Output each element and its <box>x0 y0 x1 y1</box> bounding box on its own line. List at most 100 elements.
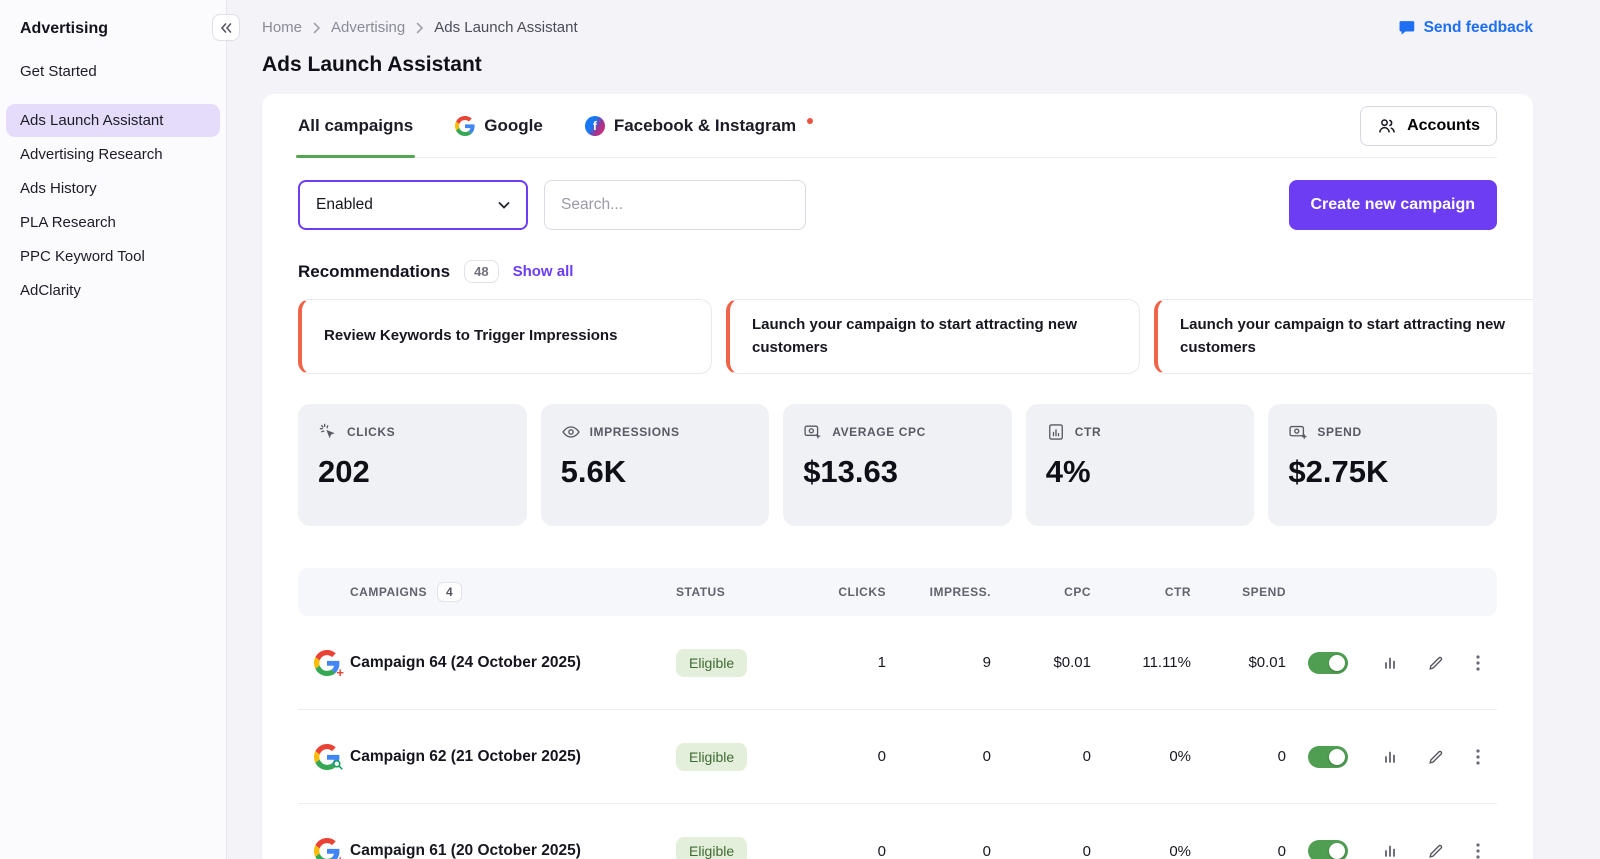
chevron-right-icon <box>416 22 424 33</box>
sidebar-item-label: Get Started <box>20 63 97 80</box>
search-input[interactable] <box>561 196 789 214</box>
metric-average-cpc: AVERAGE CPC $13.63 <box>783 404 1012 526</box>
metric-value: 5.6K <box>560 454 627 489</box>
clicks-value: 0 <box>877 748 886 765</box>
google-ads-icon: + <box>314 838 344 859</box>
edit-icon[interactable] <box>1427 654 1445 672</box>
tab-label: Facebook & Instagram <box>613 115 797 135</box>
metric-label: CTR <box>1074 425 1102 439</box>
sidebar-item-ads-launch-assistant[interactable]: Ads Launch Assistant <box>6 104 220 137</box>
click-icon <box>319 423 335 439</box>
kebab-menu-icon[interactable] <box>1476 748 1480 765</box>
chevron-right-icon <box>313 22 321 33</box>
cpc-icon <box>804 425 822 440</box>
sidebar-collapse-button[interactable] <box>212 14 240 41</box>
metric-value: $2.75K <box>1288 454 1389 489</box>
spend-value: 0 <box>1277 842 1286 859</box>
sidebar-item-adclarity[interactable]: AdClarity <box>6 274 220 307</box>
send-feedback-label: Send feedback <box>1423 18 1533 36</box>
metric-impressions: IMPRESSIONS 5.6K <box>540 404 770 526</box>
sidebar: Advertising Get Started Ads Launch Assis… <box>0 0 240 859</box>
metric-value: $13.63 <box>803 454 899 489</box>
sidebar-item-label: AdClarity <box>20 282 81 299</box>
clicks-value: 1 <box>877 654 886 671</box>
tab-facebook-instagram[interactable]: f Facebook & Instagram <box>584 94 814 157</box>
kebab-menu-icon[interactable] <box>1476 843 1480 859</box>
table-row: + Campaign 64 (24 October 2025) Eligible… <box>298 616 1497 710</box>
stats-icon[interactable] <box>1383 655 1399 671</box>
metric-ctr: CTR 4% <box>1025 404 1255 526</box>
send-feedback-link[interactable]: Send feedback <box>1397 18 1533 37</box>
campaigns-count-badge: 4 <box>436 582 463 602</box>
recommendations-count-badge: 48 <box>464 260 499 283</box>
campaigns-panel: All campaigns Google f Facebook & Instag… <box>262 94 1533 859</box>
sidebar-item-pla-research[interactable]: PLA Research <box>6 206 220 239</box>
status-badge: Eligible <box>676 742 748 771</box>
sidebar-item-label: PPC Keyword Tool <box>20 248 145 265</box>
cpc-value: 0 <box>1082 842 1091 859</box>
stats-icon[interactable] <box>1383 749 1399 765</box>
tab-google[interactable]: Google <box>455 94 543 157</box>
recommendations-header: Recommendations 48 Show all <box>298 260 1497 283</box>
feedback-bubble-icon <box>1399 21 1414 35</box>
plus-badge-icon: + <box>336 854 344 859</box>
cpc-value: 0 <box>1082 748 1091 765</box>
campaign-enabled-toggle[interactable] <box>1308 840 1348 859</box>
recommendation-text: Launch your campaign to start attracting… <box>1180 316 1506 356</box>
metric-clicks: CLICKS 202 <box>298 404 527 526</box>
recommendation-card[interactable]: Launch your campaign to start attracting… <box>1154 299 1533 374</box>
campaigns-table: CAMPAIGNS 4 STATUS CLICKS IMPRESS. CPC C… <box>298 568 1497 859</box>
recommendation-cards: Review Keywords to Trigger Impressions L… <box>298 299 1533 374</box>
breadcrumb-advertising[interactable]: Advertising <box>331 19 405 36</box>
recommendation-card[interactable]: Launch your campaign to start attracting… <box>726 299 1140 374</box>
plus-badge-icon: + <box>336 664 344 680</box>
campaign-enabled-toggle[interactable] <box>1308 745 1348 768</box>
chevron-down-icon <box>498 202 510 209</box>
double-chevron-left-icon <box>220 22 232 33</box>
recommendation-card[interactable]: Review Keywords to Trigger Impressions <box>298 299 712 374</box>
header-clicks: CLICKS <box>838 585 886 599</box>
breadcrumb-home[interactable]: Home <box>262 19 302 36</box>
status-badge: Eligible <box>676 837 748 859</box>
metric-label: CLICKS <box>347 425 396 439</box>
cpc-value: $0.01 <box>1053 654 1091 671</box>
show-all-link[interactable]: Show all <box>513 263 574 280</box>
edit-icon[interactable] <box>1427 842 1445 859</box>
recommendations-title: Recommendations <box>298 261 451 281</box>
ctr-value: 0% <box>1169 748 1191 765</box>
controls-row: Enabled Create new campaign <box>298 180 1497 230</box>
campaign-name: Campaign 62 (21 October 2025) <box>350 747 581 765</box>
sidebar-title: Advertising <box>20 20 109 37</box>
campaign-name: Campaign 64 (24 October 2025) <box>350 653 581 671</box>
metric-label: IMPRESSIONS <box>589 425 680 439</box>
impressions-value: 9 <box>982 654 991 671</box>
breadcrumb-current: Ads Launch Assistant <box>434 19 578 36</box>
table-row: + Campaign 61 (20 October 2025) Eligible… <box>298 804 1497 859</box>
ctr-chart-icon <box>1048 424 1063 440</box>
sidebar-item-get-started[interactable]: Get Started <box>6 55 220 88</box>
main-content: Home Advertising Ads Launch Assistant Se… <box>227 0 1600 859</box>
spend-icon <box>1289 425 1307 439</box>
create-new-campaign-button[interactable]: Create new campaign <box>1288 180 1497 230</box>
sidebar-item-ads-history[interactable]: Ads History <box>6 172 220 205</box>
sidebar-item-advertising-research[interactable]: Advertising Research <box>6 138 220 171</box>
sidebar-item-label: Ads Launch Assistant <box>20 112 164 129</box>
campaign-enabled-toggle[interactable] <box>1308 651 1348 674</box>
status-filter-select[interactable]: Enabled <box>298 180 528 230</box>
header-spend: SPEND <box>1242 585 1286 599</box>
clicks-value: 0 <box>877 842 886 859</box>
metric-spend: SPEND $2.75K <box>1268 404 1497 526</box>
metric-label: SPEND <box>1317 425 1362 439</box>
breadcrumb: Home Advertising Ads Launch Assistant <box>262 19 578 36</box>
sidebar-item-label: Ads History <box>20 180 97 197</box>
accounts-button[interactable]: Accounts <box>1360 105 1497 146</box>
kebab-menu-icon[interactable] <box>1476 654 1480 671</box>
tab-all-campaigns[interactable]: All campaigns <box>295 94 416 158</box>
campaign-name: Campaign 61 (20 October 2025) <box>350 842 581 859</box>
tab-bar: All campaigns Google f Facebook & Instag… <box>295 94 1497 158</box>
edit-icon[interactable] <box>1427 748 1445 766</box>
stats-icon[interactable] <box>1383 843 1399 859</box>
sidebar-item-ppc-keyword-tool[interactable]: PPC Keyword Tool <box>6 240 220 273</box>
magnifier-badge-icon <box>332 759 344 773</box>
metric-value: 4% <box>1045 454 1091 489</box>
